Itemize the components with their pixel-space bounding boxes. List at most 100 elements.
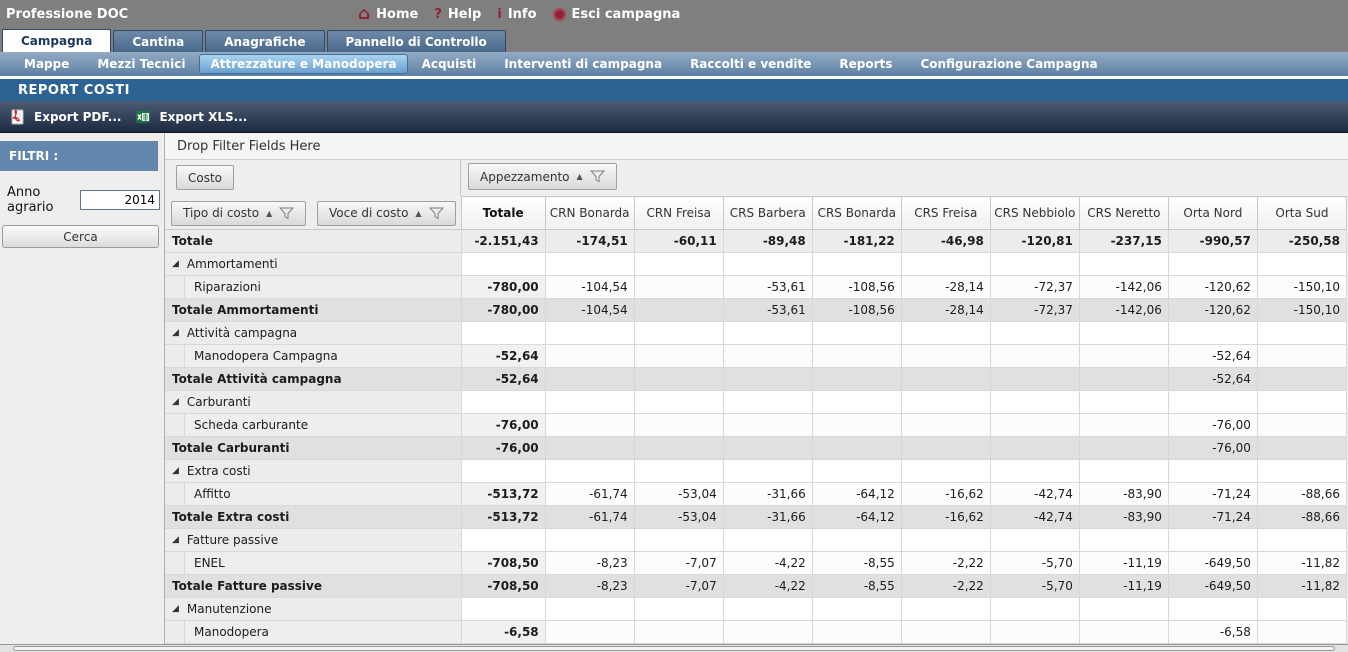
export-pdf-button[interactable]: Export PDF... bbox=[10, 109, 121, 125]
toplink-esci-campagna[interactable]: Esci campagna bbox=[553, 7, 681, 22]
filter-icon[interactable] bbox=[429, 207, 444, 220]
column-header-crs-bonarda[interactable]: CRS Bonarda bbox=[812, 197, 901, 230]
column-header-orta-sud[interactable]: Orta Sud bbox=[1257, 197, 1346, 230]
pivot-cell bbox=[901, 368, 990, 391]
pivot-cell: -8,55 bbox=[812, 575, 901, 598]
collapse-icon[interactable]: ◢ bbox=[172, 397, 179, 407]
scrollbar-thumb[interactable] bbox=[13, 646, 1335, 651]
pivot-cell: -142,06 bbox=[1079, 276, 1168, 299]
nav-item-acquisti[interactable]: Acquisti bbox=[408, 54, 491, 74]
pivot-cell bbox=[1257, 391, 1346, 414]
pivot-cell bbox=[461, 253, 545, 276]
row-label-cell[interactable]: ◢Ammortamenti bbox=[165, 253, 461, 276]
tab-campagna[interactable]: Campagna bbox=[2, 29, 111, 52]
filter-icon[interactable] bbox=[590, 170, 605, 183]
exit-icon bbox=[553, 8, 566, 21]
pivot-cell: -708,50 bbox=[461, 575, 545, 598]
tab-pannello-di-controllo[interactable]: Pannello di Controllo bbox=[327, 30, 506, 52]
nav-item-reports[interactable]: Reports bbox=[825, 54, 906, 74]
row-label: Totale Ammortamenti bbox=[172, 303, 318, 317]
column-header-crs-barbera[interactable]: CRS Barbera bbox=[723, 197, 812, 230]
pivot-cell bbox=[990, 391, 1079, 414]
row-label-cell[interactable]: ◢ Extra costi bbox=[165, 460, 461, 483]
pivot-row-totale-attivit-campagna: Totale Attività campagna-52,64-52,64 bbox=[165, 368, 1347, 391]
pivot-cell bbox=[1079, 598, 1168, 621]
pivot-cell bbox=[901, 437, 990, 460]
pivot-cell bbox=[723, 368, 812, 391]
row-label: Extra costi bbox=[187, 464, 251, 478]
toplink-home[interactable]: ⌂Home bbox=[358, 6, 418, 23]
pivot-cell bbox=[634, 322, 723, 345]
nav-item-attrezzature-e-manodopera[interactable]: Attrezzature e Manodopera bbox=[199, 54, 407, 74]
nav-item-mezzi-tecnici[interactable]: Mezzi Tecnici bbox=[83, 54, 199, 74]
horizontal-scrollbar[interactable] bbox=[0, 644, 1348, 652]
pivot-cell bbox=[1168, 598, 1257, 621]
row-label-cell[interactable]: ◢Attività campagna bbox=[165, 322, 461, 345]
pivot-cell bbox=[901, 460, 990, 483]
tab-cantina[interactable]: Cantina bbox=[113, 30, 203, 52]
column-header-orta-nord[interactable]: Orta Nord bbox=[1168, 197, 1257, 230]
pivot-cell: -88,66 bbox=[1257, 506, 1346, 529]
pivot-cell bbox=[901, 391, 990, 414]
pivot-cell: -72,37 bbox=[990, 276, 1079, 299]
pivot-cell bbox=[1257, 414, 1346, 437]
row-label-cell[interactable]: ◢ Fatture passive bbox=[165, 529, 461, 552]
pivot-cell: -42,74 bbox=[990, 506, 1079, 529]
pivot-row-enel: ENEL-708,50-8,23-7,07-4,22-8,55-2,22-5,7… bbox=[165, 552, 1347, 575]
collapse-icon[interactable]: ◢ bbox=[172, 259, 179, 269]
row-fields-cell: Tipo di costo ▲ Voce di costo ▲ bbox=[165, 197, 461, 230]
pivot-cell: -16,62 bbox=[901, 483, 990, 506]
nav-item-interventi-di-campagna[interactable]: Interventi di campagna bbox=[490, 54, 676, 74]
collapse-icon[interactable]: ◢ bbox=[172, 466, 179, 476]
data-field-label: Costo bbox=[188, 171, 222, 185]
column-field-appezzamento[interactable]: Appezzamento ▲ bbox=[468, 163, 617, 190]
pivot-cell: -61,74 bbox=[545, 483, 634, 506]
filter-icon[interactable] bbox=[279, 207, 294, 220]
tab-anagrafiche[interactable]: Anagrafiche bbox=[205, 30, 324, 52]
column-header-row: Tipo di costo ▲ Voce di costo ▲ bbox=[165, 197, 1347, 230]
row-field-tipo-di-costo[interactable]: Tipo di costo ▲ bbox=[171, 201, 306, 226]
column-header-crs-nebbiolo[interactable]: CRS Nebbiolo bbox=[990, 197, 1079, 230]
filter-drop-zone[interactable]: Drop Filter Fields Here bbox=[165, 133, 1348, 160]
nav-item-raccolti-e-vendite[interactable]: Raccolti e vendite bbox=[676, 54, 825, 74]
pivot-cell bbox=[990, 437, 1079, 460]
column-header-crn-freisa[interactable]: CRN Freisa bbox=[634, 197, 723, 230]
nav-item-mappe[interactable]: Mappe bbox=[10, 54, 83, 74]
collapse-icon[interactable]: ◢ bbox=[172, 535, 179, 545]
toplink-info[interactable]: iInfo bbox=[497, 7, 536, 22]
row-label-cell[interactable]: ◢Manutenzione bbox=[165, 598, 461, 621]
row-label-cell[interactable]: ◢Carburanti bbox=[165, 391, 461, 414]
pivot-cell: -8,55 bbox=[812, 552, 901, 575]
pivot-cell: -64,12 bbox=[812, 483, 901, 506]
filter-drop-hint: Drop Filter Fields Here bbox=[177, 139, 320, 154]
anno-agrario-input[interactable] bbox=[80, 190, 160, 210]
pivot-cell bbox=[545, 598, 634, 621]
pivot-cell bbox=[812, 368, 901, 391]
pivot-cell bbox=[634, 621, 723, 644]
pivot-cell bbox=[990, 368, 1079, 391]
pivot-cell bbox=[634, 460, 723, 483]
cerca-button[interactable]: Cerca bbox=[2, 225, 159, 248]
toplink-help[interactable]: ?Help bbox=[434, 7, 481, 22]
sort-asc-icon: ▲ bbox=[415, 209, 421, 218]
row-label-cell: Totale Carburanti bbox=[165, 437, 461, 460]
row-field-voce-di-costo[interactable]: Voce di costo ▲ bbox=[317, 201, 456, 226]
column-header-crs-neretto[interactable]: CRS Neretto bbox=[1079, 197, 1168, 230]
data-field-costo[interactable]: Costo bbox=[176, 165, 234, 190]
row-label: Fatture passive bbox=[187, 533, 278, 547]
collapse-icon[interactable]: ◢ bbox=[172, 604, 179, 614]
column-header-crn-bonarda[interactable]: CRN Bonarda bbox=[545, 197, 634, 230]
nav-item-configurazione-campagna[interactable]: Configurazione Campagna bbox=[906, 54, 1111, 74]
pivot-cell bbox=[723, 460, 812, 483]
pivot-cell bbox=[901, 529, 990, 552]
column-header-totale[interactable]: Totale bbox=[461, 197, 545, 230]
column-header-crs-freisa[interactable]: CRS Freisa bbox=[901, 197, 990, 230]
collapse-icon[interactable]: ◢ bbox=[172, 328, 179, 338]
pivot-cell bbox=[1079, 529, 1168, 552]
row-label-cell: Scheda carburante bbox=[165, 414, 461, 437]
topbar-links: ⌂Home ?Help iInfo Esci campagna bbox=[358, 0, 680, 28]
pivot-cell: -28,14 bbox=[901, 299, 990, 322]
export-xls-button[interactable]: Export XLS... bbox=[135, 109, 247, 125]
row-indent bbox=[165, 276, 185, 298]
pivot-cell: -83,90 bbox=[1079, 506, 1168, 529]
